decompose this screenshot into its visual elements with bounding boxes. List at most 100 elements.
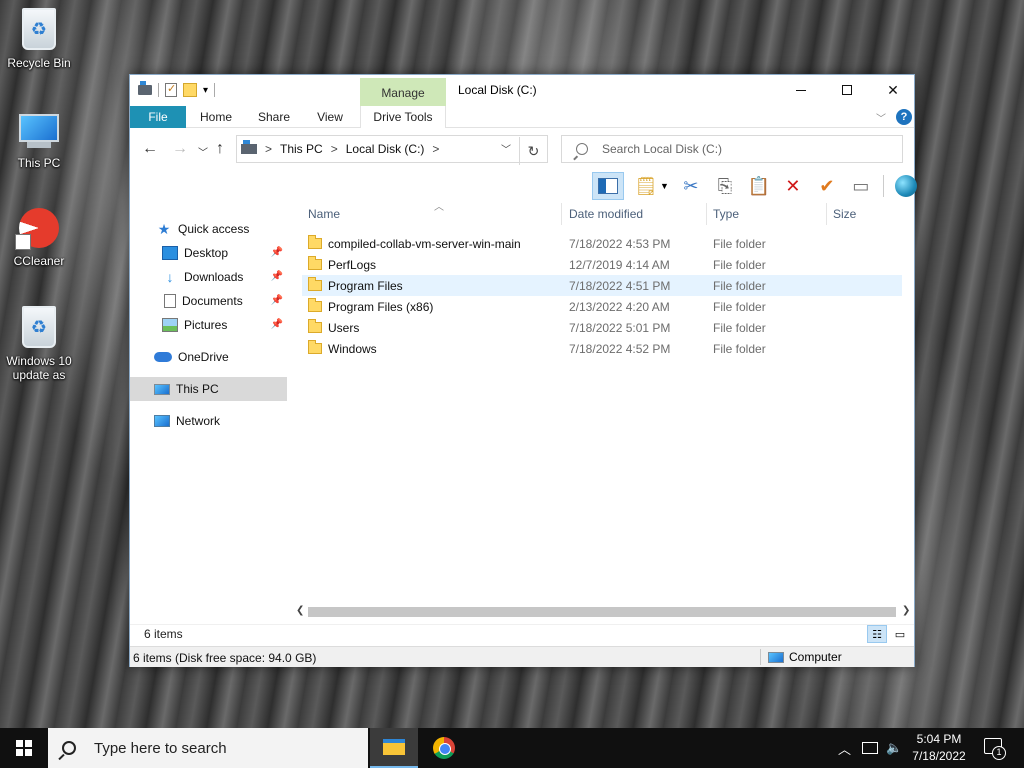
up-button[interactable]: ↑: [216, 140, 224, 158]
column-header-type[interactable]: Type: [707, 203, 827, 225]
desktop-icon-windows-update[interactable]: Windows 10 update as: [4, 306, 74, 382]
clock[interactable]: 5:04 PM 7/18/2022: [908, 731, 970, 765]
breadcrumb-local-disk[interactable]: Local Disk (C:): [346, 142, 425, 156]
column-header-size[interactable]: Size: [827, 203, 907, 225]
nav-label: Desktop: [184, 246, 229, 260]
apply-checkmark-icon[interactable]: ✔: [815, 174, 839, 198]
large-icons-view-button[interactable]: ▭: [890, 625, 910, 643]
recycle-bin-icon: [17, 8, 61, 52]
file-explorer-window: ▾ Manage Local Disk (C:) ✕ File Home Sha…: [129, 74, 918, 667]
file-row[interactable]: PerfLogs 12/7/2019 4:14 AM File folder: [302, 254, 902, 275]
ccleaner-icon: [15, 206, 61, 250]
search-input[interactable]: [602, 142, 862, 156]
taskbar-chrome[interactable]: [420, 728, 468, 768]
file-name: Users: [328, 320, 360, 335]
paste-icon[interactable]: 📋: [747, 174, 771, 198]
nav-label: Quick access: [178, 222, 250, 236]
tab-home[interactable]: Home: [194, 106, 238, 128]
column-header-name[interactable]: Name ︿: [302, 202, 562, 225]
file-list: Name ︿ Date modified Type Size compiled-…: [296, 202, 914, 603]
file-type: File folder: [713, 320, 766, 335]
breadcrumb-this-pc[interactable]: This PC: [280, 142, 323, 156]
title-bar[interactable]: ▾ Manage Local Disk (C:) ✕: [130, 75, 914, 106]
item-count-bar: 6 items ☷ ▭: [130, 624, 914, 644]
address-bar[interactable]: > This PC > Local Disk (C:) > ﹀ ↻: [236, 135, 548, 165]
close-button[interactable]: ✕: [870, 75, 916, 105]
file-row[interactable]: compiled-collab-vm-server-win-main 7/18/…: [302, 233, 902, 254]
tab-drive-tools[interactable]: Drive Tools: [360, 106, 446, 128]
quick-access-toolbar: ▾: [138, 81, 216, 97]
network-tray-icon[interactable]: [862, 728, 878, 768]
file-name: Program Files (x86): [328, 299, 434, 314]
customize-toolbar-icon[interactable]: ▾: [203, 85, 208, 96]
search-box[interactable]: [561, 135, 903, 163]
recent-locations-button[interactable]: ﹀: [198, 144, 208, 159]
refresh-button[interactable]: ↻: [519, 137, 547, 165]
show-hidden-icons-button[interactable]: ︿: [838, 728, 851, 768]
help-icon[interactable]: ?: [896, 109, 912, 125]
desktop-icon-this-pc[interactable]: This PC: [4, 108, 74, 170]
breadcrumb-separator[interactable]: >: [331, 142, 338, 156]
desktop-icon-ccleaner[interactable]: CCleaner: [4, 206, 74, 268]
cut-icon[interactable]: ✂: [679, 174, 703, 198]
address-dropdown-icon[interactable]: ﹀: [501, 141, 511, 156]
column-header-date[interactable]: Date modified: [563, 203, 707, 225]
file-row[interactable]: Windows 7/18/2022 4:52 PM File folder: [302, 338, 902, 359]
volume-icon[interactable]: 🔈: [886, 728, 902, 768]
nav-item-documents[interactable]: Documents 📌: [130, 289, 287, 313]
pin-icon: 📌: [270, 295, 283, 306]
properties-icon[interactable]: [165, 82, 177, 97]
file-type: File folder: [713, 257, 766, 272]
folder-icon: [308, 298, 322, 312]
file-name: PerfLogs: [328, 257, 377, 272]
file-row[interactable]: Program Files 7/18/2022 4:51 PM File fol…: [302, 275, 902, 296]
file-row[interactable]: Program Files (x86) 2/13/2022 4:20 AM Fi…: [302, 296, 902, 317]
nav-item-network[interactable]: Network: [130, 409, 287, 433]
expand-ribbon-icon[interactable]: ﹀: [876, 110, 886, 125]
globe-icon[interactable]: [894, 174, 918, 198]
nav-item-onedrive[interactable]: OneDrive: [130, 345, 287, 369]
new-item-icon[interactable]: 🗒: [634, 174, 658, 198]
breadcrumb-separator[interactable]: >: [432, 142, 439, 156]
taskbar-search-box[interactable]: Type here to search: [48, 728, 368, 768]
taskbar-file-explorer[interactable]: [370, 728, 418, 768]
computer-icon: [17, 108, 61, 152]
nav-item-this-pc[interactable]: This PC: [130, 377, 287, 401]
nav-item-quick-access[interactable]: ★ Quick access: [130, 217, 287, 241]
desktop-icon-label: CCleaner: [13, 254, 65, 268]
nav-item-downloads[interactable]: ↓ Downloads 📌: [130, 265, 287, 289]
forward-button[interactable]: →: [172, 140, 188, 158]
tab-file[interactable]: File: [130, 106, 186, 128]
scroll-left-icon[interactable]: ❮: [296, 605, 304, 616]
new-item-dropdown-icon[interactable]: ▼: [660, 181, 669, 191]
rename-icon[interactable]: ▭: [849, 174, 873, 198]
scroll-right-icon[interactable]: ❯: [902, 605, 910, 616]
drive-icon: [138, 81, 152, 95]
file-name: Windows: [328, 341, 377, 356]
folder-icon: [308, 235, 322, 249]
scrollbar-thumb[interactable]: [308, 607, 896, 617]
taskbar-search-placeholder: Type here to search: [94, 739, 227, 757]
minimize-button[interactable]: [778, 75, 824, 105]
start-button[interactable]: [0, 728, 48, 768]
delete-icon[interactable]: ✕: [781, 174, 805, 198]
maximize-button[interactable]: [824, 75, 870, 105]
command-toolbar: 🗒 ▼ ✂ ⎘ 📋 ✕ ✔ ▭: [592, 172, 918, 200]
tab-share[interactable]: Share: [252, 106, 296, 128]
breadcrumb-separator[interactable]: >: [265, 142, 272, 156]
desktop-icon-recycle-bin[interactable]: Recycle Bin: [4, 8, 74, 70]
clock-date: 7/18/2022: [912, 749, 966, 763]
nav-label: OneDrive: [178, 350, 229, 364]
details-view-button[interactable]: ☷: [867, 625, 887, 643]
preview-pane-button[interactable]: [592, 172, 624, 200]
horizontal-scrollbar[interactable]: ❮ ❯: [296, 605, 914, 619]
nav-item-pictures[interactable]: Pictures 📌: [130, 313, 287, 337]
back-button[interactable]: ←: [142, 140, 158, 158]
computer-icon: [768, 651, 784, 663]
file-row[interactable]: Users 7/18/2022 5:01 PM File folder: [302, 317, 902, 338]
desktop-icon-label: This PC: [17, 156, 61, 170]
new-folder-icon[interactable]: [183, 83, 197, 97]
copy-icon[interactable]: ⎘: [713, 174, 737, 198]
nav-item-desktop[interactable]: Desktop 📌: [130, 241, 287, 265]
tab-view[interactable]: View: [310, 106, 350, 128]
